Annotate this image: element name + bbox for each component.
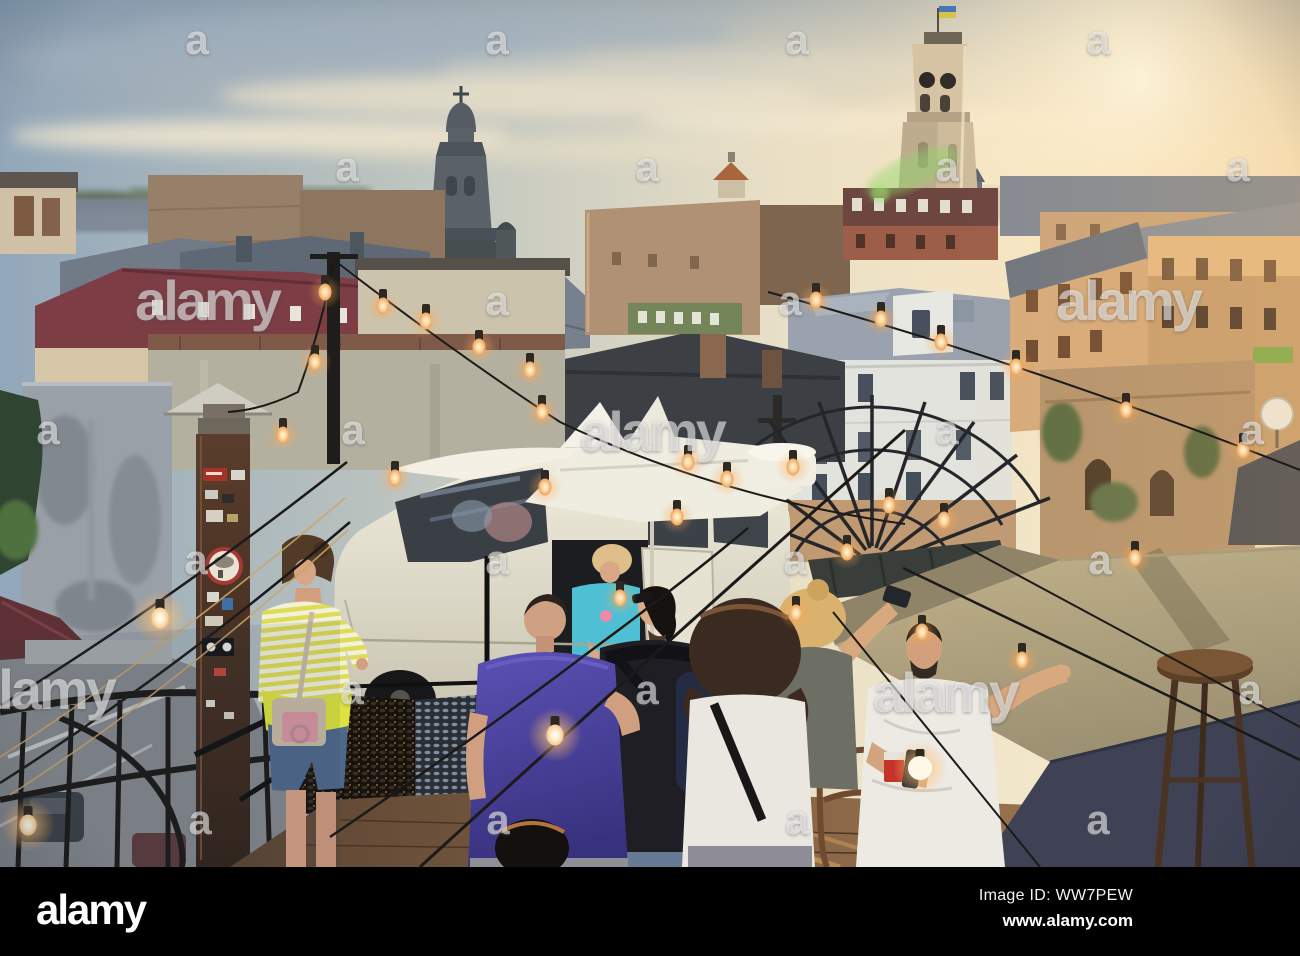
footer-bar: alamy Image ID: WW7PEW www.alamy.com xyxy=(0,867,1300,956)
alamy-url: www.alamy.com xyxy=(1002,911,1133,930)
rooftop-bar-photo xyxy=(0,0,1300,867)
image-id: Image ID: WW7PEW xyxy=(978,887,1133,904)
footer-info: Image ID: WW7PEW www.alamy.com xyxy=(979,887,1133,931)
alamy-logo: alamy xyxy=(36,885,147,933)
stock-photo-page: alamyalamyalamyalamyalamyaaaaaaaaaaaaaaa… xyxy=(0,0,1300,956)
